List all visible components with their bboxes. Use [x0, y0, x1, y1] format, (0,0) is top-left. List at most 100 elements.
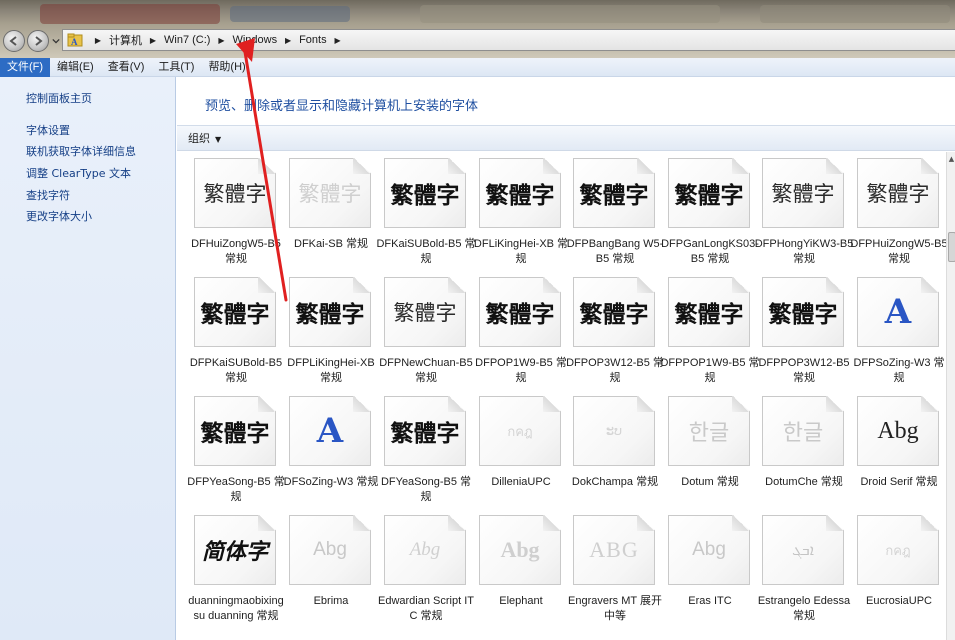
font-item[interactable]: กคฎ EucrosiaUPC — [853, 515, 945, 633]
font-item[interactable]: 한글 DotumChe 常规 — [758, 396, 850, 514]
address-bar[interactable]: A ▶ 计算机 ▶ Win7 (C:) ▶ Windows ▶ Fonts ▶ — [62, 29, 955, 51]
font-item[interactable]: 繁體字 DFPPOP1W9-B5 常规 — [660, 277, 760, 395]
back-button[interactable] — [3, 30, 25, 52]
font-name: EucrosiaUPC — [865, 595, 933, 607]
font-sample: กคฎ — [507, 424, 533, 440]
page-fold-icon — [543, 515, 561, 531]
font-item[interactable]: 繁體字 DFYeaSong-B5 常规 — [380, 396, 472, 514]
page-fold-icon — [353, 158, 371, 174]
font-name: DFKai-SB 常规 — [294, 238, 368, 250]
font-item[interactable]: 繁體字 DFPHongYiKW3-B5 常规 — [755, 158, 853, 276]
font-name: DotumChe 常规 — [765, 476, 843, 488]
font-item[interactable]: 繁體字 DFKaiSUBold-B5 常规 — [376, 158, 476, 276]
font-item[interactable]: 繁體字 DFLiKingHei-XB 常规 — [474, 158, 568, 276]
page-fold-icon — [448, 277, 466, 293]
page-fold-icon — [258, 277, 276, 293]
font-sample: A — [316, 411, 344, 451]
chevron-down-icon: ▼ — [215, 135, 222, 144]
font-name: Eras ITC — [688, 595, 732, 607]
font-item[interactable]: Abg Droid Serif 常规 — [853, 396, 945, 514]
breadcrumb-separator-icon[interactable]: ▶ — [148, 36, 158, 45]
font-item[interactable]: A DFSoZing-W3 常规 — [284, 396, 378, 514]
font-item[interactable]: 繁體字 DFPOP1W9-B5 常规 — [475, 277, 567, 395]
font-name: DFLiKingHei-XB 常规 — [473, 238, 569, 265]
page-fold-icon — [637, 158, 655, 174]
font-item[interactable]: A DFPSoZing-W3 常规 — [853, 277, 945, 395]
font-name: DFPSoZing-W3 常规 — [853, 357, 945, 384]
forward-button[interactable] — [27, 30, 49, 52]
font-item[interactable]: 繁體字 DFPLiKingHei-XB 常规 — [285, 277, 377, 395]
adjust-cleartype-link[interactable]: 调整 ClearType 文本 — [26, 165, 131, 181]
main-pane: 预览、删除或者显示和隐藏计算机上安装的字体 组织 ▼ 繁體字 DFHuiZongW5… — [177, 77, 955, 640]
font-sample: Abg — [877, 417, 919, 444]
menu-view[interactable]: 查看(V) — [101, 58, 152, 77]
scroll-up-icon[interactable]: ▲ — [947, 152, 955, 166]
font-name: DFPHongYiKW3-B5 常规 — [754, 238, 854, 265]
get-font-info-online-link[interactable]: 联机获取字体详细信息 — [26, 143, 136, 159]
font-name: Droid Serif 常规 — [860, 476, 938, 488]
find-character-link[interactable]: 查找字符 — [26, 187, 70, 203]
page-fold-icon — [826, 277, 844, 293]
font-item[interactable]: กคฎ DilleniaUPC — [475, 396, 567, 514]
change-font-size-link[interactable]: 更改字体大小 — [26, 208, 92, 224]
font-item[interactable]: 한글 Dotum 常规 — [664, 396, 756, 514]
font-name: Dotum 常规 — [681, 476, 739, 488]
font-sample: 繁體字 — [298, 182, 362, 206]
font-name: DFHuiZongW5-B5 常规 — [191, 238, 281, 265]
font-sample: 繁體字 — [866, 182, 930, 206]
breadcrumb-separator-icon[interactable]: ▶ — [283, 36, 293, 45]
font-sample: Abg — [500, 537, 540, 562]
breadcrumb-computer[interactable]: 计算机 — [107, 32, 144, 48]
organize-button[interactable]: 组织 ▼ — [188, 130, 221, 146]
menu-file[interactable]: 文件(F) — [0, 57, 51, 77]
page-fold-icon — [921, 396, 939, 412]
breadcrumb-windows[interactable]: Windows — [230, 34, 279, 46]
chevron-down-icon — [52, 38, 60, 44]
font-item[interactable]: 简体字 duanningmaobixingsu duanning 常规 — [188, 515, 284, 633]
font-item[interactable]: 繁體字 DFPBangBang W5-B5 常规 — [567, 158, 663, 276]
background-blur — [760, 5, 950, 23]
vertical-scrollbar[interactable]: ▲ — [946, 152, 955, 640]
font-item[interactable]: Abg Eras ITC — [664, 515, 756, 633]
font-item[interactable]: 繁體字 DFPHuiZongW5-B5 常规 — [850, 158, 948, 276]
font-item[interactable]: Abg Edwardian Script ITC 常规 — [378, 515, 474, 633]
breadcrumb-fonts[interactable]: Fonts — [297, 34, 329, 46]
breadcrumb-drive[interactable]: Win7 (C:) — [162, 34, 212, 46]
recent-pages-dropdown[interactable] — [51, 36, 61, 46]
font-item[interactable]: ະບ DokChampa 常规 — [569, 396, 661, 514]
task-pane: 控制面板主页 字体设置 联机获取字体详细信息 调整 ClearType 文本 查… — [0, 77, 176, 640]
font-sample: Abg — [409, 539, 441, 560]
font-item[interactable]: 繁體字 DFPOP3W12-B5 常规 — [566, 277, 664, 395]
menu-help[interactable]: 帮助(H) — [201, 58, 252, 77]
font-item[interactable]: Abg Ebrima — [285, 515, 377, 633]
font-item[interactable]: Abg Elephant — [475, 515, 567, 633]
font-item[interactable]: 繁體字 DFPYeaSong-B5 常规 — [187, 396, 285, 514]
breadcrumb-separator-icon[interactable]: ▶ — [93, 36, 103, 45]
page-fold-icon — [921, 515, 939, 531]
font-sample: Abg — [313, 539, 347, 560]
font-item[interactable]: 繁體字 DFPGanLongKS03-B5 常规 — [661, 158, 759, 276]
page-fold-icon — [637, 277, 655, 293]
menu-edit[interactable]: 编辑(E) — [50, 58, 101, 77]
font-sample: ະບ — [605, 423, 623, 439]
font-item[interactable]: 繁體字 DFKai-SB 常规 — [285, 158, 377, 276]
font-item[interactable]: 繁體字 DFHuiZongW5-B5 常规 — [190, 158, 282, 276]
font-item[interactable]: 繁體字 DFPNewChuan-B5 常规 — [379, 277, 473, 395]
font-item[interactable]: ABG Engravers MT 展开 中等 — [568, 515, 662, 633]
font-settings-link[interactable]: 字体设置 — [26, 122, 70, 138]
scroll-thumb[interactable] — [948, 232, 955, 262]
breadcrumb-separator-icon[interactable]: ▶ — [333, 36, 343, 45]
breadcrumb-separator-icon[interactable]: ▶ — [216, 36, 226, 45]
control-panel-home-link[interactable]: 控制面板主页 — [26, 90, 92, 106]
font-item[interactable]: 繁體字 DFPPOP3W12-B5 常规 — [758, 277, 850, 395]
font-item[interactable]: ܐܒܓ Estrangelo Edessa 常规 — [758, 515, 850, 633]
menu-tools[interactable]: 工具(T) — [151, 58, 201, 77]
font-item[interactable]: 繁體字 DFPKaiSUBold-B5 常规 — [190, 277, 282, 395]
page-fold-icon — [826, 515, 844, 531]
font-sample: 繁體字 — [485, 301, 555, 328]
font-sample: กคฎ — [885, 543, 911, 559]
font-sample: 繁體字 — [674, 301, 744, 328]
font-sample: 繁體字 — [393, 301, 457, 325]
page-fold-icon — [448, 158, 466, 174]
font-sample: Abg — [692, 539, 726, 560]
